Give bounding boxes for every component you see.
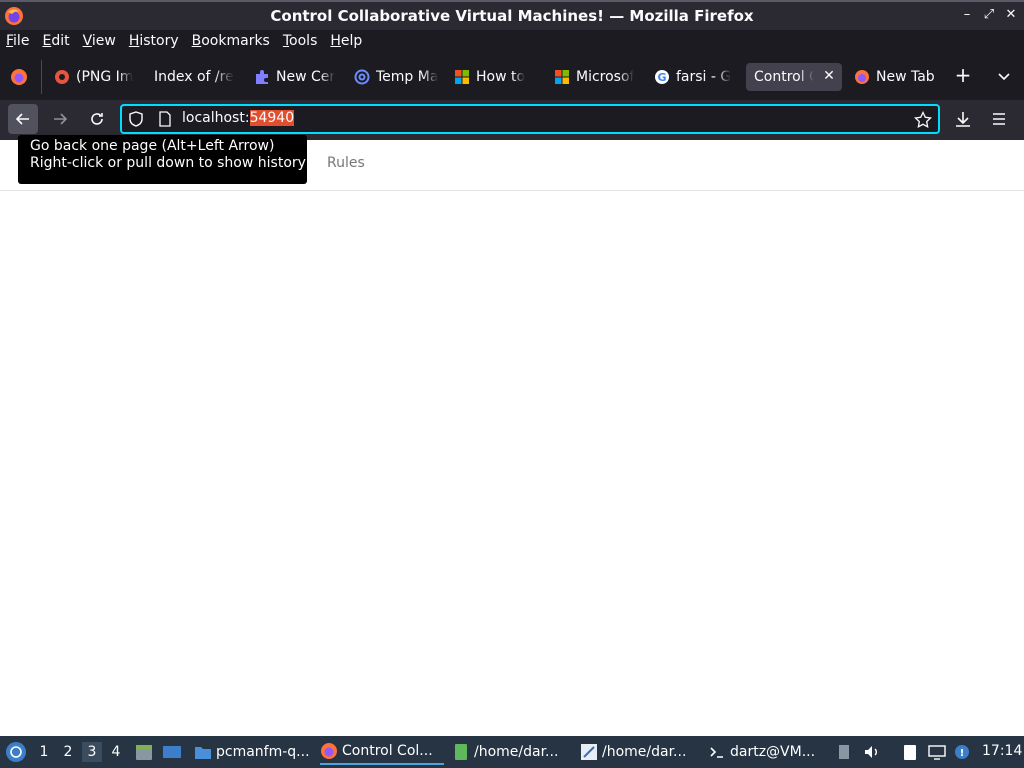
url-port-selected: 54940 (249, 110, 295, 126)
workspace-1[interactable]: 1 (34, 742, 54, 762)
url-text[interactable]: localhost:54940 (182, 110, 295, 126)
menu-edit[interactable]: Edit (42, 33, 69, 49)
menu-file[interactable]: File (6, 33, 29, 49)
firefox-icon (5, 7, 23, 25)
tab-control-active[interactable]: Control C ✕ (746, 63, 842, 91)
windows-logo-icon (455, 70, 469, 84)
chevron-down-icon[interactable] (996, 68, 1012, 84)
workspace-3[interactable]: 3 (82, 742, 102, 762)
url-bar[interactable]: localhost:54940 (120, 104, 940, 134)
tab-new-tab[interactable]: New Tab (848, 63, 944, 91)
tab-label: How to (476, 69, 526, 85)
workspace-2[interactable]: 2 (58, 742, 78, 762)
new-tab-icon[interactable]: + (954, 65, 972, 85)
tab-separator (41, 60, 42, 94)
close-icon[interactable]: ✕ (1004, 6, 1018, 24)
tab-label: Control C (754, 69, 814, 85)
tab-new-cert[interactable]: New Cer (248, 63, 340, 91)
task-pcmanfm[interactable]: pcmanfm-q... (194, 739, 314, 765)
task-label: /home/dar... (602, 744, 687, 760)
menu-tools[interactable]: Tools (283, 33, 318, 49)
task-label: /home/dar... (474, 744, 559, 760)
taskbar: 1 2 3 4 pcmanfm-q... Control Col... /hom… (0, 736, 1024, 768)
tooltip-line: Right-click or pull down to show history (30, 155, 306, 171)
page-content: Rules (0, 140, 1024, 736)
tab-png-image[interactable]: (PNG Im (48, 63, 140, 91)
forward-button[interactable] (45, 104, 75, 134)
task-label: Control Col... (342, 743, 433, 759)
download-icon[interactable] (954, 110, 972, 128)
arrow-right-icon (54, 113, 68, 125)
firefox-view-icon[interactable] (10, 68, 28, 86)
tab-strip: (PNG Im Index of /re New Cer Temp Ma How… (0, 52, 1024, 100)
reload-icon (91, 113, 103, 125)
tab-how-to[interactable]: How to (448, 63, 540, 91)
tooltip-line: Go back one page (Alt+Left Arrow) (30, 138, 275, 154)
feather-editor-icon (581, 744, 597, 760)
tab-label: Index of /re (154, 69, 234, 85)
google-logo-icon: G (655, 70, 669, 84)
terminal-icon (710, 747, 723, 758)
firefox-icon (321, 743, 337, 759)
update-info-icon[interactable]: ! (953, 743, 971, 761)
folder-icon (195, 747, 211, 759)
task-terminal[interactable]: dartz@VM... (708, 739, 828, 765)
puzzle-icon (256, 70, 268, 84)
shield-icon[interactable] (128, 111, 144, 127)
task-feather-editor[interactable]: /home/dar... (580, 739, 700, 765)
workspace-4[interactable]: 4 (106, 742, 126, 762)
window-title: Control Collaborative Virtual Machines! … (270, 7, 754, 25)
text-editor-icon (455, 744, 467, 760)
tab-temp-mail[interactable]: Temp Ma (348, 63, 440, 91)
minimize-icon[interactable]: – (960, 6, 974, 24)
svg-text:!: ! (960, 748, 965, 759)
tab-label: New Tab (876, 69, 935, 85)
tab-microsoft[interactable]: Microsof (548, 63, 640, 91)
nav-link-rules[interactable]: Rules (327, 155, 365, 171)
battery-icon[interactable] (835, 743, 853, 761)
start-menu-icon[interactable] (5, 741, 27, 763)
desktop-launcher-icon[interactable] (162, 742, 182, 762)
navigation-toolbar: localhost:54940 (0, 100, 1024, 140)
microsoft-logo-icon (555, 70, 569, 84)
arrow-left-icon (15, 113, 29, 125)
tab-label: farsi - G (676, 69, 732, 85)
maximize-icon[interactable]: ⤢ (982, 6, 996, 24)
page-icon[interactable] (157, 111, 173, 127)
svg-text:G: G (657, 71, 666, 84)
png-viewer-icon (55, 70, 69, 84)
hamburger-menu-icon[interactable] (991, 111, 1007, 127)
volume-icon[interactable] (863, 743, 881, 761)
clock[interactable]: 17:14 (982, 743, 1022, 759)
tab-label: (PNG Im (76, 69, 134, 85)
url-host: localhost: (182, 110, 250, 126)
close-tab-icon[interactable]: ✕ (822, 69, 836, 83)
menu-history[interactable]: History (129, 33, 179, 49)
menu-bookmarks[interactable]: Bookmarks (192, 33, 270, 49)
tab-label: Microsof (576, 69, 635, 85)
bookmark-star-icon[interactable] (914, 111, 932, 129)
task-label: pcmanfm-q... (216, 744, 310, 760)
tab-farsi-google[interactable]: G farsi - G (648, 63, 740, 91)
reload-button[interactable] (82, 104, 112, 134)
menu-view[interactable]: View (83, 33, 116, 49)
at-sign-icon (354, 69, 370, 85)
menu-bar: File Edit View History Bookmarks Tools H… (0, 30, 1024, 52)
back-button-tooltip: Go back one page (Alt+Left Arrow) Right-… (18, 135, 307, 184)
file-manager-launcher-icon[interactable] (134, 742, 154, 762)
clipboard-icon[interactable] (901, 743, 919, 761)
back-button[interactable] (8, 104, 38, 134)
task-label: dartz@VM... (730, 744, 816, 760)
task-text-editor[interactable]: /home/dar... (452, 739, 572, 765)
task-firefox[interactable]: Control Col... (320, 739, 444, 765)
tab-index-of[interactable]: Index of /re (148, 63, 240, 91)
firefox-icon (855, 70, 869, 84)
menu-help[interactable]: Help (330, 33, 362, 49)
tab-label: New Cer (276, 69, 336, 85)
window-titlebar: Control Collaborative Virtual Machines! … (0, 0, 1024, 30)
tab-label: Temp Ma (376, 69, 439, 85)
network-icon[interactable] (928, 743, 946, 761)
